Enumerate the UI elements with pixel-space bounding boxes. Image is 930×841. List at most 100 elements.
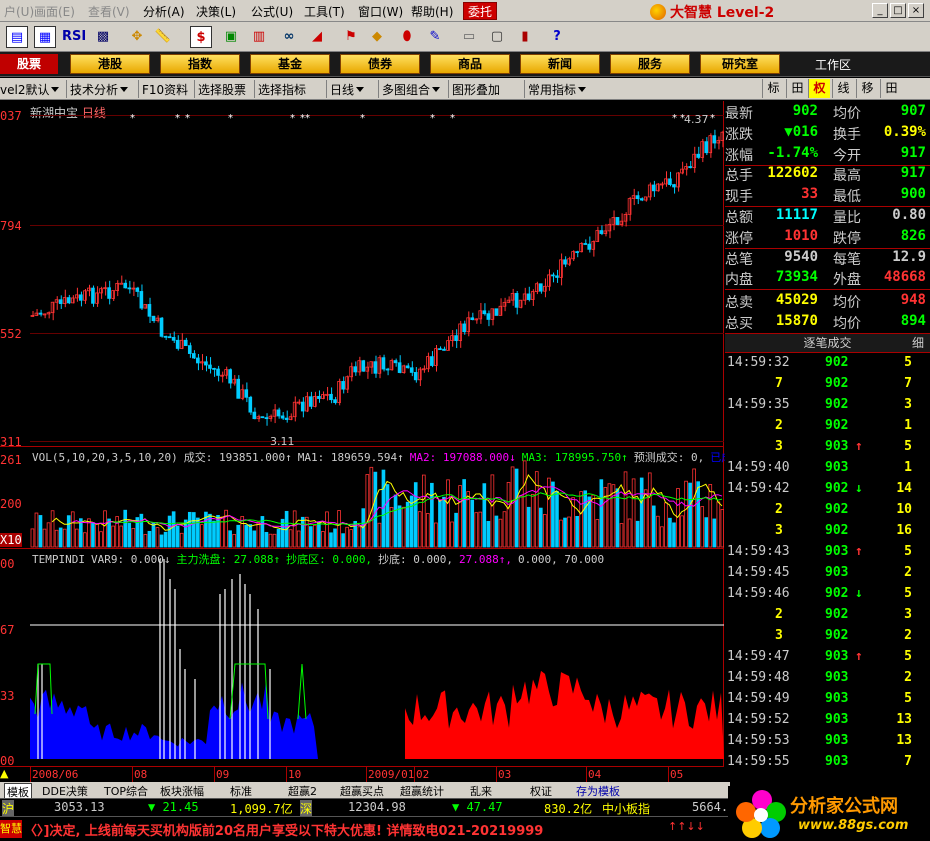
right-tab[interactable]: 田	[786, 79, 808, 98]
menu-item[interactable]: 决策(L)	[196, 3, 236, 20]
nav-tab[interactable]: 服务	[610, 54, 690, 74]
bars-icon[interactable]: ▥	[248, 26, 270, 48]
tick-time: 14:59:49	[727, 691, 790, 706]
sub-toolbar-item[interactable]: 技术分析	[70, 81, 129, 98]
move-icon[interactable]: ✥	[126, 26, 148, 48]
grid-icon[interactable]: ▩	[92, 26, 114, 48]
menu-item[interactable]: 分析(A)	[143, 3, 185, 20]
tick-header-label: 逐笔成交	[803, 336, 852, 350]
marker-icon[interactable]: ⬮	[396, 26, 418, 48]
tick-row: 2 902 3	[725, 607, 930, 628]
chart-mark	[151, 522, 156, 548]
index-item[interactable]: 沪	[2, 800, 15, 817]
sub-toolbar-item[interactable]: 多图组合	[382, 81, 441, 98]
ruler-icon[interactable]: 📏	[152, 26, 174, 48]
nav-tab[interactable]: 指数	[160, 54, 240, 74]
template-tab[interactable]: 乱来	[470, 783, 492, 799]
nav-tab[interactable]: 基金	[250, 54, 330, 74]
template-tab[interactable]: 标准	[230, 783, 252, 799]
brand-title: 大智慧 Level-2	[650, 2, 774, 21]
menu-item[interactable]: 工具(T)	[304, 3, 345, 20]
menu-item[interactable]: 窗口(W)	[358, 3, 403, 20]
template-tab[interactable]: 权证	[530, 783, 552, 799]
template-tab[interactable]: 超赢买点	[340, 783, 384, 799]
nav-tab[interactable]: 债券	[340, 54, 420, 74]
ticker-icon[interactable]: ▣	[220, 26, 242, 48]
index-item[interactable]: 中小板指	[602, 800, 650, 817]
sub-toolbar-item[interactable]: vel2默认	[0, 81, 60, 98]
template-tab[interactable]: DDE决策	[42, 783, 88, 799]
chart-mark	[559, 519, 563, 548]
window-icon[interactable]: ▤	[6, 26, 28, 48]
quote-label: 均价	[833, 316, 861, 332]
template-tab[interactable]: 超赢统计	[400, 783, 444, 799]
chart-mark	[623, 471, 628, 548]
menu-item[interactable]: 户(U)	[4, 3, 34, 20]
menu-item[interactable]: 帮助(H)	[411, 3, 453, 20]
quote-value: 917	[900, 165, 926, 182]
sub-toolbar-item[interactable]: 日线	[330, 81, 365, 98]
chart-mark: *	[175, 113, 180, 124]
candlestick-panel[interactable]: 新湖中宝 日线 037 794 552 311 * * * * * * * * * * * * * 4.…	[0, 101, 724, 449]
sub-toolbar-item[interactable]: 常用指标	[528, 81, 587, 98]
date-tick: 08	[134, 768, 148, 781]
quote-value: 917	[900, 144, 926, 161]
books-icon[interactable]: ▮	[514, 26, 536, 48]
restore-icon[interactable]: □	[890, 3, 906, 18]
right-tab[interactable]: 移	[856, 79, 878, 98]
expand-arrow-icon[interactable]: ▲	[0, 767, 8, 780]
nav-tab-stocks[interactable]: 股票	[0, 54, 58, 74]
nav-tab[interactable]: 港股	[70, 54, 150, 74]
binoculars-icon[interactable]: ∞	[278, 26, 300, 48]
chart-icon[interactable]: ▦	[34, 26, 56, 48]
chart-mark	[430, 482, 434, 548]
dollar-icon[interactable]: $	[190, 26, 212, 48]
quote-row: 现手 33 最低 900	[725, 186, 930, 207]
index-item: ▼ 47.47	[452, 800, 503, 814]
close-icon[interactable]: ×	[908, 3, 924, 18]
tick-volume: 7	[904, 754, 912, 769]
template-tab[interactable]: 板块涨幅	[160, 783, 204, 799]
menu-item[interactable]: 查看(V)	[88, 3, 130, 20]
template-tab[interactable]: TOP综合	[104, 783, 148, 799]
right-tab[interactable]: 田	[880, 79, 902, 98]
volume-panel[interactable]: VOL(5,10,20,3,5,10,20) 成交: 193851.000↑ MA1…	[0, 446, 743, 548]
alert-icon[interactable]: ⚑	[340, 26, 362, 48]
sub-toolbar-item[interactable]: F10资料	[142, 81, 188, 98]
nav-tab[interactable]: 商品	[430, 54, 510, 74]
right-tab[interactable]: 标	[762, 79, 784, 98]
indicator-panel[interactable]: TEMPINDI VAR9: 0.000↓ 主力洗盘: 27.088↑ 抄底区: 0.…	[0, 548, 724, 768]
separator	[448, 80, 449, 98]
chart-mark	[518, 495, 523, 548]
menu-item[interactable]: 公式(U)	[251, 3, 293, 20]
sub-toolbar-item[interactable]: 图形叠加	[452, 81, 500, 98]
index-item[interactable]: 深	[300, 800, 313, 817]
sub-toolbar-item[interactable]: 选择股票	[198, 81, 246, 98]
screen-icon[interactable]: ▢	[486, 26, 508, 48]
rsi-icon[interactable]: RSI	[62, 26, 86, 48]
tick-detail-toggle[interactable]: 细	[912, 334, 924, 352]
workarea-label[interactable]: 工作区	[798, 56, 868, 74]
menu-item[interactable]: 画面(E)	[34, 3, 75, 20]
pen-icon[interactable]: ✎	[424, 26, 446, 48]
tick-row: 14:59:45 903 2	[725, 565, 930, 586]
chart-mark	[413, 482, 418, 548]
right-tab[interactable]: 线	[832, 79, 854, 98]
help-icon[interactable]: ?	[546, 26, 568, 48]
nav-tab[interactable]: 新闻	[520, 54, 600, 74]
chart-mark	[438, 499, 442, 548]
nav-tab[interactable]: 研究室	[700, 54, 780, 74]
entrust-button[interactable]: 委托	[463, 2, 497, 20]
sub-toolbar-item[interactable]: 选择指标	[258, 81, 306, 98]
signal-icon[interactable]: ◢	[306, 26, 328, 48]
diamond-icon[interactable]: ◆	[366, 26, 388, 48]
right-tab[interactable]: 权	[808, 79, 830, 98]
template-tab[interactable]: 超赢2	[288, 783, 317, 799]
notepad-icon[interactable]: ▭	[458, 26, 480, 48]
minimize-icon[interactable]: _	[872, 3, 888, 18]
chart-mark	[333, 399, 337, 403]
template-tab[interactable]: 存为模板	[576, 783, 620, 799]
chart-mark	[490, 474, 495, 548]
up-arrow-icon: ↑	[855, 649, 863, 664]
marquee-controls[interactable]: ↑↑↓↓	[668, 820, 705, 833]
